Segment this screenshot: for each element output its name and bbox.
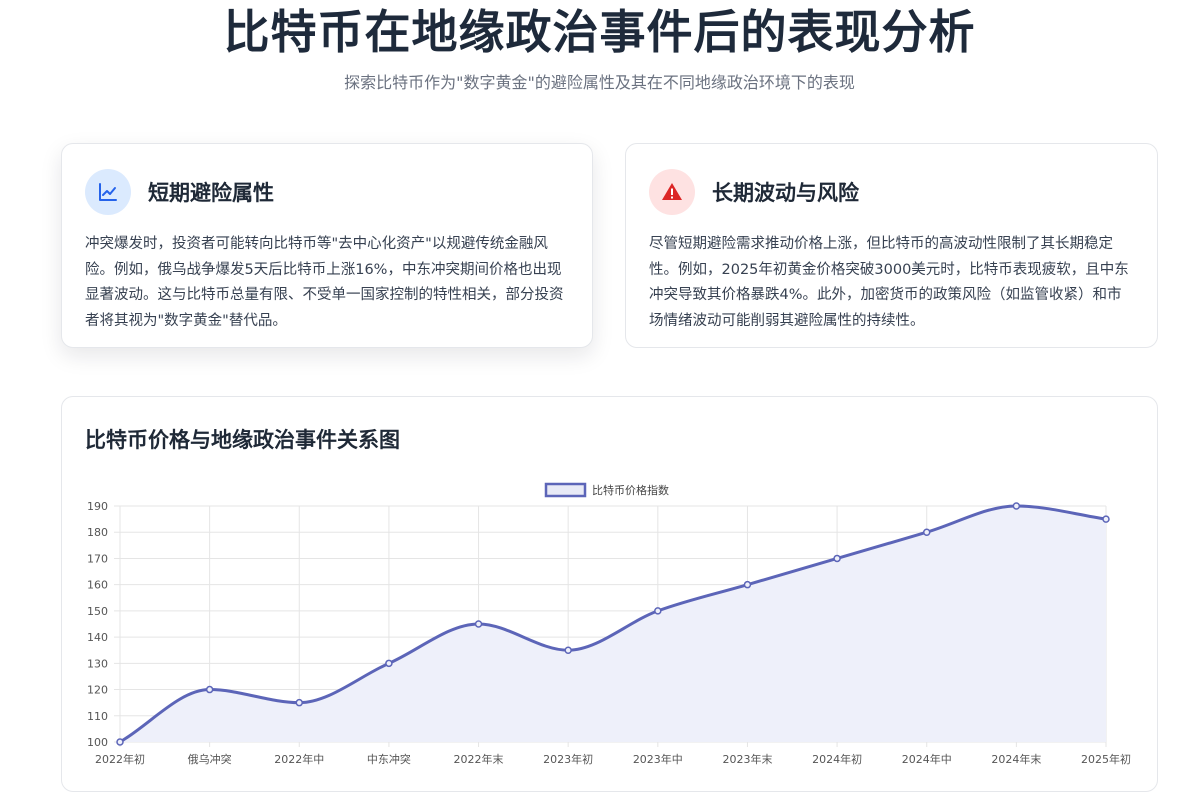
- short-term-card-header: 短期避险属性: [85, 169, 274, 215]
- series-area: [120, 506, 1106, 742]
- trend-chart-icon: [85, 169, 131, 215]
- y-tick-label: 190: [87, 500, 108, 513]
- data-point: [205, 685, 214, 694]
- short-term-card: 短期避险属性 冲突爆发时，投资者可能转向比特币等"去中心化资产"以规避传统金融风…: [61, 143, 593, 348]
- x-tick-label: 2025年初: [1081, 752, 1131, 766]
- x-tick-label: 2023年末: [722, 752, 772, 766]
- data-point: [654, 607, 662, 615]
- data-point: [564, 646, 572, 654]
- chart-card: 比特币价格与地缘政治事件关系图 100 110 120 130 140 150 160 170…: [61, 396, 1158, 792]
- short-term-card-title: 短期避险属性: [148, 181, 274, 205]
- x-tick-label: 2022年初: [95, 752, 145, 766]
- x-tick-label: 2024年中: [902, 752, 952, 766]
- x-tick-label: 2022年末: [454, 752, 504, 766]
- y-tick-label: 150: [87, 605, 108, 618]
- short-term-card-text: 冲突爆发时，投资者可能转向比特币等"去中心化资产"以规避传统金融风险。例如，俄乌…: [85, 236, 564, 329]
- page: 比特币在地缘政治事件后的表现分析 探索比特币作为"数字黄金"的避险属性及其在不同…: [0, 0, 1199, 794]
- data-point: [743, 580, 752, 589]
- x-tick-label: 2023年初: [543, 752, 593, 766]
- x-tick-label: 2024年初: [812, 752, 862, 766]
- long-term-card-header: 长期波动与风险: [649, 169, 859, 215]
- warning-triangle-icon: [649, 169, 695, 215]
- x-tick-label: 俄乌冲突: [188, 752, 232, 766]
- legend-label: 比特币价格指数: [592, 483, 669, 497]
- data-point: [922, 528, 931, 536]
- page-title: 比特币在地缘政治事件后的表现分析: [223, 5, 976, 59]
- y-tick-label: 160: [87, 579, 108, 592]
- page-subtitle: 探索比特币作为"数字黄金"的避险属性及其在不同地缘政治环境下的表现: [344, 73, 855, 92]
- y-tick-label: 170: [87, 552, 108, 565]
- data-point: [385, 659, 393, 668]
- data-point: [1012, 502, 1021, 510]
- x-tick-label: 中东冲突: [367, 752, 411, 766]
- data-point: [116, 738, 124, 746]
- data-point: [833, 554, 841, 563]
- data-point: [295, 698, 304, 707]
- long-term-card-text: 尽管短期避险需求推动价格上涨，但比特币的高波动性限制了其长期稳定性。例如，202…: [649, 236, 1129, 329]
- legend-swatch: [544, 482, 587, 498]
- y-tick-label: 100: [87, 736, 108, 749]
- y-tick-label: 140: [87, 631, 108, 644]
- long-term-card: 长期波动与风险 尽管短期避险需求推动价格上涨，但比特币的高波动性限制了其长期稳定…: [625, 143, 1158, 348]
- y-tick-label: 120: [87, 684, 108, 697]
- x-tick-label: 2023年中: [633, 752, 683, 766]
- long-term-card-title: 长期波动与风险: [712, 181, 859, 205]
- y-tick-label: 130: [87, 657, 108, 670]
- data-point: [1102, 515, 1110, 523]
- y-tick-label: 180: [87, 526, 108, 539]
- x-tick-label: 2022年中: [274, 752, 324, 766]
- x-tick-label: 2024年末: [991, 752, 1041, 766]
- y-tick-label: 110: [87, 710, 108, 723]
- price-chart: 100 110 120 130 140 150 160 170 180 190 2022年初 俄乌冲突…: [87, 482, 1131, 766]
- data-point: [474, 620, 483, 628]
